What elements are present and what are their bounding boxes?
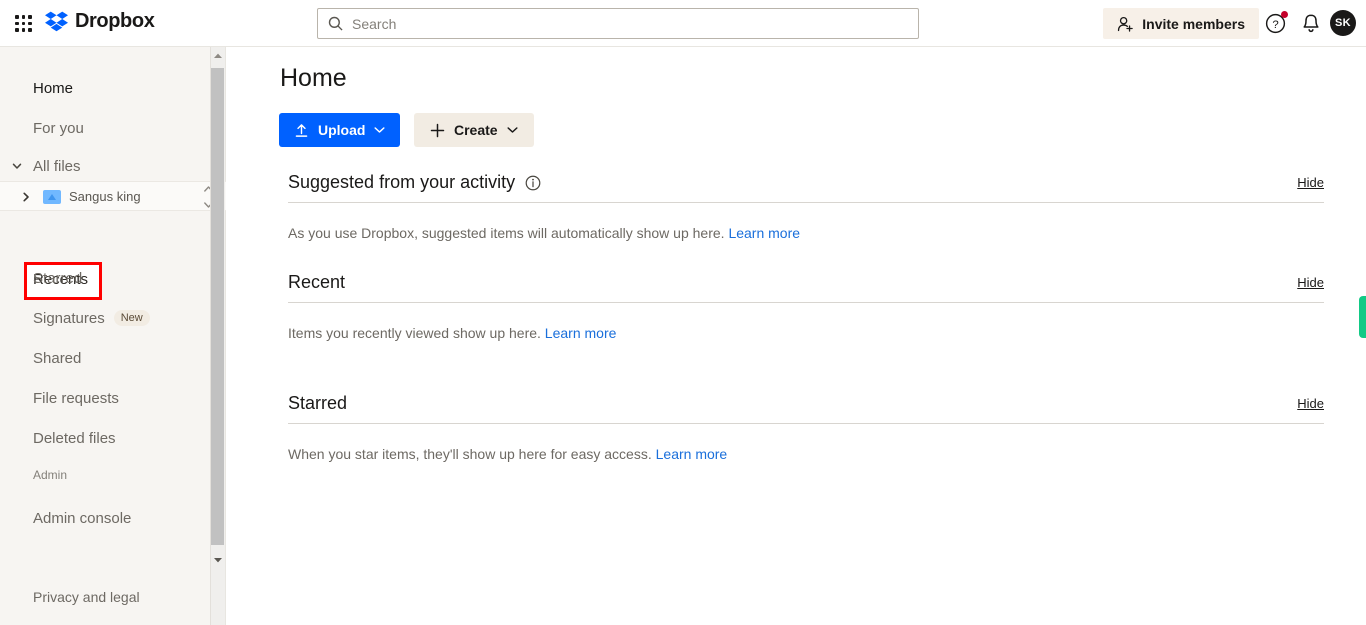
sidebar-item-starred[interactable]: Starred	[0, 262, 226, 294]
dropbox-logo[interactable]: Dropbox	[45, 10, 155, 33]
section-title-wrap: Suggested from your activity	[288, 172, 541, 193]
sidebar-item-label: Signatures	[33, 309, 105, 327]
page-title: Home	[280, 64, 347, 92]
learn-more-link[interactable]: Learn more	[656, 446, 728, 462]
top-bar: Dropbox Invite members ? SK	[0, 0, 1366, 47]
sidebar-item-label: Home	[33, 79, 74, 97]
sidebar-item-label: Admin console	[33, 509, 132, 527]
search-input[interactable]	[352, 9, 892, 38]
search-icon	[328, 16, 343, 31]
section-title-wrap: Recent	[288, 272, 345, 293]
section-recent: Recent Hide Items you recently viewed sh…	[288, 272, 1324, 341]
person-add-icon	[1118, 16, 1134, 32]
brand-name: Dropbox	[75, 10, 155, 32]
invite-members-label: Invite members	[1142, 15, 1245, 32]
bell-icon[interactable]	[1301, 13, 1321, 34]
learn-more-link[interactable]: Learn more	[728, 225, 800, 241]
chevron-down-icon	[507, 127, 518, 133]
section-header: Starred Hide	[288, 393, 1324, 424]
section-title: Starred	[288, 393, 348, 413]
user-avatar[interactable]: SK	[1330, 10, 1356, 36]
sidebar-item-label: Shared	[33, 349, 82, 367]
section-suggested-from-activity: Suggested from your activity Hide As you…	[288, 172, 1324, 241]
sidebar-scrollbar-track[interactable]	[210, 47, 225, 625]
sidebar-item-all-files[interactable]: All files	[0, 150, 226, 182]
dropbox-logo-icon	[45, 11, 68, 32]
search-box[interactable]	[317, 8, 919, 39]
help-notification-badge	[1281, 11, 1288, 18]
section-header: Suggested from your activity Hide	[288, 172, 1324, 203]
chevron-right-icon[interactable]	[22, 192, 31, 202]
empty-state-text: Items you recently viewed show up here.	[288, 325, 541, 341]
sidebar-item-label: All files	[33, 157, 81, 175]
sidebar-item-home[interactable]: Home	[0, 72, 226, 104]
hide-button-recent[interactable]: Hide	[1297, 275, 1324, 291]
sidebar-scrollbar-thumb[interactable]	[211, 68, 224, 545]
sidebar-item-deleted-files[interactable]: Deleted files	[0, 422, 226, 454]
upload-icon	[295, 123, 308, 137]
sidebar-item-label: Deleted files	[33, 429, 116, 447]
hide-button-starred[interactable]: Hide	[1297, 396, 1324, 412]
invite-members-button[interactable]: Invite members	[1103, 8, 1259, 39]
main-content: Home Upload Create Suggested from your a…	[227, 47, 1366, 625]
scroll-up-arrow-icon[interactable]	[213, 52, 223, 59]
sidebar-item-label: Privacy and legal	[33, 589, 140, 605]
sidebar-item-label: Starred	[33, 269, 83, 287]
feedback-tab[interactable]	[1359, 296, 1366, 338]
folder-icon	[43, 190, 61, 204]
section-starred: Starred Hide When you star items, they'l…	[288, 393, 1324, 462]
plus-icon	[430, 123, 445, 137]
section-header: Recent Hide	[288, 272, 1324, 303]
chevron-down-icon[interactable]	[12, 161, 22, 171]
section-title: Recent	[288, 272, 346, 292]
sidebar-subfolder-label: Sangus king	[69, 188, 141, 204]
sidebar-item-admin-console[interactable]: Admin console	[0, 502, 226, 534]
section-empty-text: As you use Dropbox, suggested items will…	[288, 225, 1324, 241]
chevron-down-icon	[374, 127, 386, 133]
sidebar-subfolder-sangus-king[interactable]: Sangus king	[0, 181, 226, 211]
section-title-wrap: Starred	[288, 393, 347, 414]
upload-button[interactable]: Upload	[279, 113, 401, 147]
empty-state-text: When you star items, they'll show up her…	[288, 446, 652, 462]
section-empty-text: When you star items, they'll show up her…	[288, 446, 1324, 462]
sidebar-item-privacy-and-legal[interactable]: Privacy and legal	[0, 581, 226, 613]
info-circle-icon[interactable]	[525, 175, 541, 191]
section-empty-text: Items you recently viewed show up here. …	[288, 325, 1324, 341]
hide-button-suggested[interactable]: Hide	[1297, 175, 1324, 191]
sidebar-item-label: File requests	[33, 389, 119, 407]
sidebar-item-shared[interactable]: Shared	[0, 342, 226, 374]
sidebar: Home For you All files Sangus king Recen…	[0, 47, 226, 625]
create-button-label: Create	[454, 122, 498, 138]
sidebar-item-file-requests[interactable]: File requests	[0, 382, 226, 414]
empty-state-text: As you use Dropbox, suggested items will…	[288, 225, 725, 241]
section-title: Suggested from your activity	[288, 172, 516, 192]
upload-button-label: Upload	[318, 122, 366, 138]
new-badge: New	[113, 310, 150, 326]
sidebar-item-signatures[interactable]: Signatures New	[0, 302, 226, 334]
grid-apps-icon[interactable]	[13, 13, 34, 34]
sidebar-section-admin: Admin	[33, 468, 68, 482]
scroll-down-arrow-icon[interactable]	[213, 557, 223, 564]
learn-more-link[interactable]: Learn more	[545, 325, 617, 341]
sidebar-item-for-you[interactable]: For you	[0, 112, 226, 144]
sidebar-item-label: For you	[33, 119, 84, 137]
create-button[interactable]: Create	[414, 113, 534, 147]
svg-text:?: ?	[1272, 19, 1278, 31]
